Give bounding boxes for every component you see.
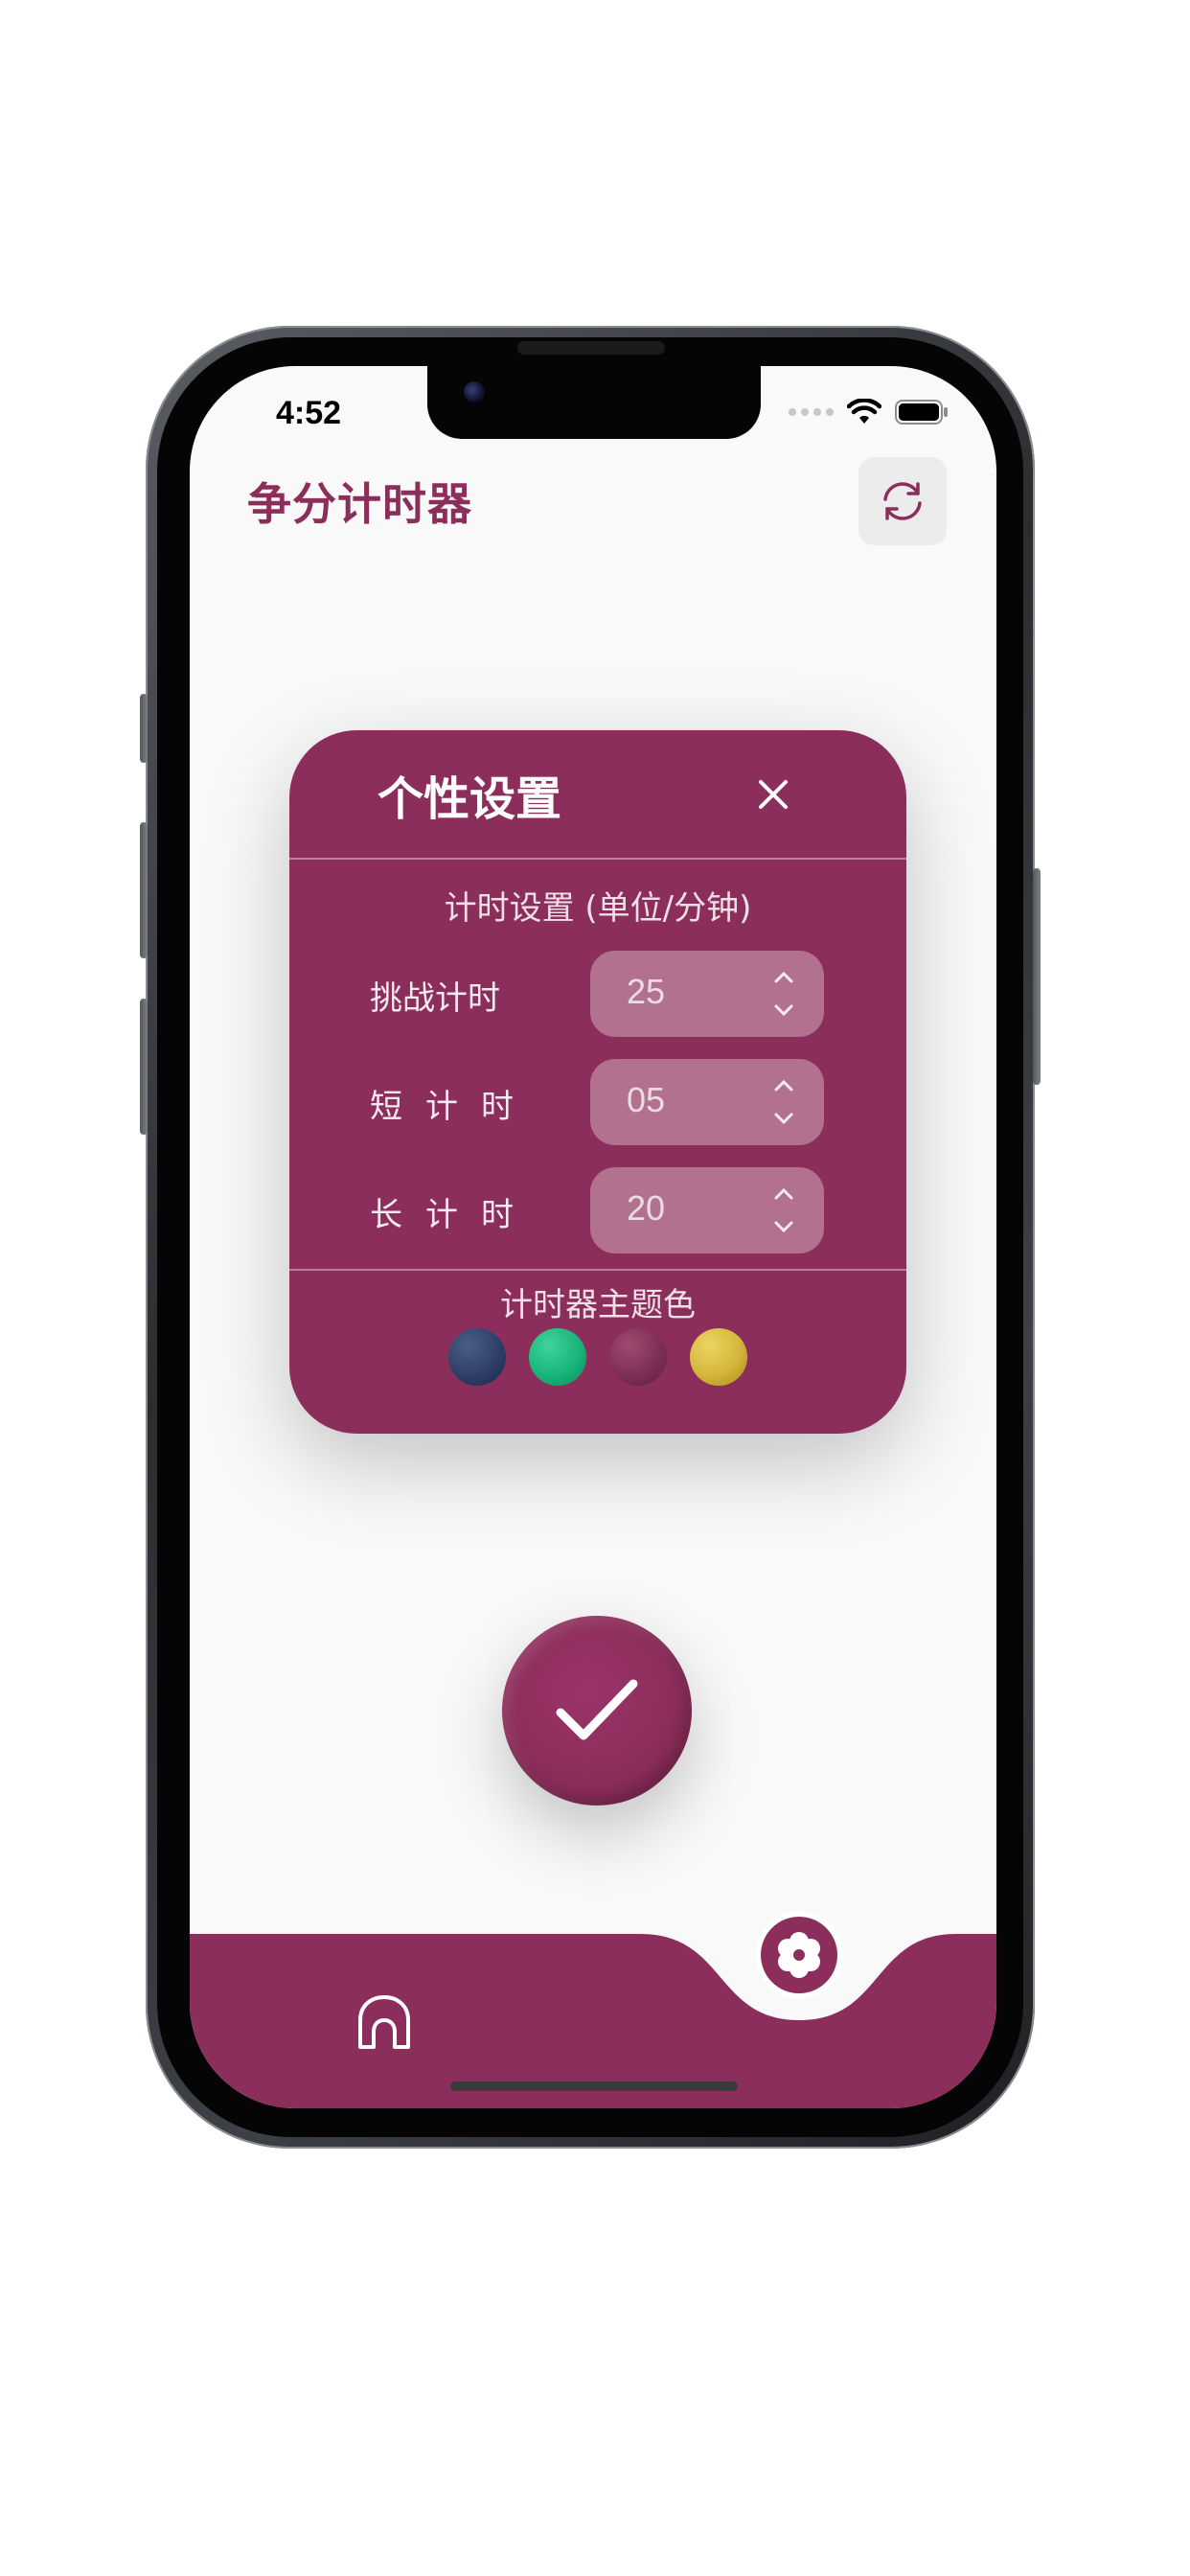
volume-down-button bbox=[140, 999, 148, 1135]
flower-settings-icon bbox=[778, 1932, 820, 1978]
short-timer-label: 短计时 bbox=[370, 1088, 537, 1126]
volume-up-button bbox=[140, 822, 148, 958]
notch bbox=[427, 366, 761, 439]
chevron-down-icon[interactable] bbox=[770, 1109, 797, 1128]
settings-tab[interactable] bbox=[755, 1911, 843, 1999]
challenge-timer-label: 挑战计时 bbox=[370, 979, 500, 1018]
theme-color-section-label: 计时器主题色 bbox=[500, 1286, 696, 1324]
home-indicator bbox=[450, 2082, 738, 2091]
long-timer-stepper[interactable]: 20 bbox=[590, 1167, 824, 1254]
signal-dots-icon bbox=[789, 408, 834, 416]
stepper-value[interactable]: 25 bbox=[627, 972, 665, 1012]
chevron-down-icon[interactable] bbox=[770, 1217, 797, 1236]
theme-swatch-navy[interactable] bbox=[448, 1328, 506, 1386]
settings-dialog: 个性设置 计时设置 (单位/分钟) 挑战计时 25 短计时 05 长计时 20 … bbox=[289, 730, 906, 1434]
power-button bbox=[1033, 868, 1041, 1085]
close-icon bbox=[759, 780, 788, 809]
dialog-title: 个性设置 bbox=[378, 772, 562, 826]
app-screen: 4:52 争分计时器 个性设置 计时设置 (单位/分钟) 挑战计时 25 短计时… bbox=[190, 366, 996, 2108]
bottom-nav bbox=[190, 1911, 996, 2108]
dialog-divider-bottom bbox=[289, 1269, 906, 1271]
silent-switch bbox=[140, 694, 148, 763]
dialog-divider-top bbox=[289, 858, 906, 860]
theme-swatch-green[interactable] bbox=[529, 1328, 586, 1386]
theme-swatch-plum[interactable] bbox=[609, 1328, 667, 1386]
close-button[interactable] bbox=[749, 770, 797, 818]
stepper-value[interactable]: 20 bbox=[627, 1188, 665, 1229]
earpiece-speaker bbox=[517, 341, 665, 355]
confirm-button[interactable] bbox=[502, 1616, 692, 1806]
long-timer-label: 长计时 bbox=[370, 1196, 537, 1234]
chevron-up-icon[interactable] bbox=[770, 1076, 797, 1095]
challenge-timer-row: 挑战计时 25 bbox=[289, 951, 906, 1037]
home-tab[interactable] bbox=[353, 1991, 416, 2055]
status-icons bbox=[789, 399, 949, 426]
stepper-value[interactable]: 05 bbox=[627, 1080, 665, 1120]
long-timer-row: 长计时 20 bbox=[289, 1167, 906, 1254]
app-title: 争分计时器 bbox=[247, 478, 472, 530]
chevron-up-icon[interactable] bbox=[770, 1184, 797, 1204]
short-timer-stepper[interactable]: 05 bbox=[590, 1059, 824, 1145]
short-timer-row: 短计时 05 bbox=[289, 1059, 906, 1145]
wifi-icon bbox=[847, 399, 881, 424]
theme-swatch-gold[interactable] bbox=[690, 1328, 747, 1386]
reset-button[interactable] bbox=[858, 457, 947, 545]
challenge-timer-stepper[interactable]: 25 bbox=[590, 951, 824, 1037]
chevron-up-icon[interactable] bbox=[770, 968, 797, 987]
battery-icon bbox=[895, 400, 948, 425]
check-icon bbox=[556, 1679, 638, 1740]
home-icon bbox=[358, 1995, 410, 2049]
front-camera bbox=[464, 381, 485, 402]
settings-tab-circle bbox=[761, 1917, 837, 1993]
timer-section-label: 计时设置 (单位/分钟) bbox=[444, 889, 752, 928]
refresh-icon bbox=[883, 482, 922, 520]
theme-color-swatches bbox=[289, 1328, 906, 1386]
status-time: 4:52 bbox=[276, 395, 342, 431]
chevron-down-icon[interactable] bbox=[770, 1000, 797, 1020]
